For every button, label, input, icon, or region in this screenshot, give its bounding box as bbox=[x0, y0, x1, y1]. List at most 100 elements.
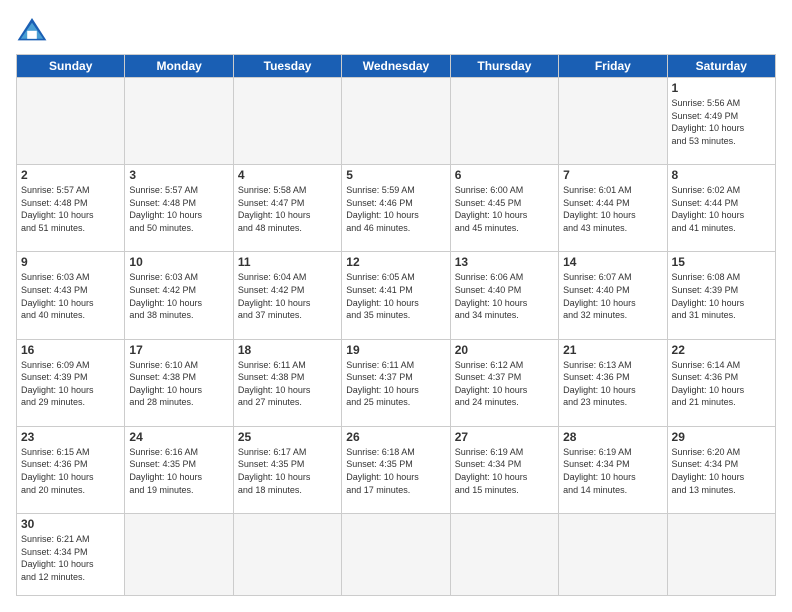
day-info: Sunrise: 6:14 AM Sunset: 4:36 PM Dayligh… bbox=[672, 359, 771, 409]
day-info: Sunrise: 6:07 AM Sunset: 4:40 PM Dayligh… bbox=[563, 271, 662, 321]
day-info: Sunrise: 5:59 AM Sunset: 4:46 PM Dayligh… bbox=[346, 184, 445, 234]
calendar-cell: 11 Sunrise: 6:04 AM Sunset: 4:42 PM Dayli… bbox=[233, 252, 341, 339]
calendar-cell: 4 Sunrise: 5:58 AM Sunset: 4:47 PM Daylig… bbox=[233, 165, 341, 252]
calendar-cell: 8 Sunrise: 6:02 AM Sunset: 4:44 PM Daylig… bbox=[667, 165, 775, 252]
day-number: 26 bbox=[346, 430, 445, 444]
day-number: 7 bbox=[563, 168, 662, 182]
day-info: Sunrise: 5:58 AM Sunset: 4:47 PM Dayligh… bbox=[238, 184, 337, 234]
day-number: 2 bbox=[21, 168, 120, 182]
calendar-cell: 20 Sunrise: 6:12 AM Sunset: 4:37 PM Dayli… bbox=[450, 339, 558, 426]
day-number: 25 bbox=[238, 430, 337, 444]
column-header-wednesday: Wednesday bbox=[342, 55, 450, 78]
calendar-cell bbox=[233, 513, 341, 595]
calendar-cell: 9 Sunrise: 6:03 AM Sunset: 4:43 PM Daylig… bbox=[17, 252, 125, 339]
calendar-cell bbox=[450, 513, 558, 595]
day-number: 9 bbox=[21, 255, 120, 269]
calendar-week-row: 30Sunrise: 6:21 AM Sunset: 4:34 PM Dayli… bbox=[17, 513, 776, 595]
day-number: 15 bbox=[672, 255, 771, 269]
day-info: Sunrise: 6:19 AM Sunset: 4:34 PM Dayligh… bbox=[455, 446, 554, 496]
logo bbox=[16, 16, 52, 44]
calendar-cell: 12 Sunrise: 6:05 AM Sunset: 4:41 PM Dayli… bbox=[342, 252, 450, 339]
day-info: Sunrise: 6:17 AM Sunset: 4:35 PM Dayligh… bbox=[238, 446, 337, 496]
day-info: Sunrise: 5:57 AM Sunset: 4:48 PM Dayligh… bbox=[21, 184, 120, 234]
day-number: 27 bbox=[455, 430, 554, 444]
day-number: 16 bbox=[21, 343, 120, 357]
day-number: 20 bbox=[455, 343, 554, 357]
calendar-cell bbox=[559, 513, 667, 595]
calendar-cell bbox=[342, 78, 450, 165]
day-number: 28 bbox=[563, 430, 662, 444]
day-info: Sunrise: 6:16 AM Sunset: 4:35 PM Dayligh… bbox=[129, 446, 228, 496]
calendar-cell bbox=[125, 78, 233, 165]
day-number: 3 bbox=[129, 168, 228, 182]
day-info: Sunrise: 6:08 AM Sunset: 4:39 PM Dayligh… bbox=[672, 271, 771, 321]
day-info: Sunrise: 6:01 AM Sunset: 4:44 PM Dayligh… bbox=[563, 184, 662, 234]
day-info: Sunrise: 6:09 AM Sunset: 4:39 PM Dayligh… bbox=[21, 359, 120, 409]
day-number: 13 bbox=[455, 255, 554, 269]
calendar-cell: 1Sunrise: 5:56 AM Sunset: 4:49 PM Daylig… bbox=[667, 78, 775, 165]
day-number: 11 bbox=[238, 255, 337, 269]
day-number: 29 bbox=[672, 430, 771, 444]
day-info: Sunrise: 6:04 AM Sunset: 4:42 PM Dayligh… bbox=[238, 271, 337, 321]
day-info: Sunrise: 6:12 AM Sunset: 4:37 PM Dayligh… bbox=[455, 359, 554, 409]
calendar-week-row: 2 Sunrise: 5:57 AM Sunset: 4:48 PM Daylig… bbox=[17, 165, 776, 252]
day-info: Sunrise: 6:15 AM Sunset: 4:36 PM Dayligh… bbox=[21, 446, 120, 496]
day-info: Sunrise: 6:06 AM Sunset: 4:40 PM Dayligh… bbox=[455, 271, 554, 321]
calendar-cell: 15 Sunrise: 6:08 AM Sunset: 4:39 PM Dayli… bbox=[667, 252, 775, 339]
calendar-cell: 25 Sunrise: 6:17 AM Sunset: 4:35 PM Dayli… bbox=[233, 426, 341, 513]
day-info: Sunrise: 6:03 AM Sunset: 4:43 PM Dayligh… bbox=[21, 271, 120, 321]
calendar-cell bbox=[559, 78, 667, 165]
calendar-cell bbox=[342, 513, 450, 595]
day-info: Sunrise: 6:18 AM Sunset: 4:35 PM Dayligh… bbox=[346, 446, 445, 496]
column-header-tuesday: Tuesday bbox=[233, 55, 341, 78]
calendar-cell: 17Sunrise: 6:10 AM Sunset: 4:38 PM Dayli… bbox=[125, 339, 233, 426]
column-header-sunday: Sunday bbox=[17, 55, 125, 78]
calendar-cell: 27 Sunrise: 6:19 AM Sunset: 4:34 PM Dayli… bbox=[450, 426, 558, 513]
day-number: 10 bbox=[129, 255, 228, 269]
calendar-week-row: 23 Sunrise: 6:15 AM Sunset: 4:36 PM Dayli… bbox=[17, 426, 776, 513]
day-number: 1 bbox=[672, 81, 771, 95]
day-info: Sunrise: 5:57 AM Sunset: 4:48 PM Dayligh… bbox=[129, 184, 228, 234]
calendar-cell: 18Sunrise: 6:11 AM Sunset: 4:38 PM Dayli… bbox=[233, 339, 341, 426]
calendar-cell: 23 Sunrise: 6:15 AM Sunset: 4:36 PM Dayli… bbox=[17, 426, 125, 513]
calendar-cell: 14 Sunrise: 6:07 AM Sunset: 4:40 PM Dayli… bbox=[559, 252, 667, 339]
day-number: 23 bbox=[21, 430, 120, 444]
calendar-cell: 28 Sunrise: 6:19 AM Sunset: 4:34 PM Dayli… bbox=[559, 426, 667, 513]
day-info: Sunrise: 6:05 AM Sunset: 4:41 PM Dayligh… bbox=[346, 271, 445, 321]
day-info: Sunrise: 6:11 AM Sunset: 4:37 PM Dayligh… bbox=[346, 359, 445, 409]
column-header-saturday: Saturday bbox=[667, 55, 775, 78]
calendar-cell: 19 Sunrise: 6:11 AM Sunset: 4:37 PM Dayli… bbox=[342, 339, 450, 426]
day-info: Sunrise: 6:21 AM Sunset: 4:34 PM Dayligh… bbox=[21, 533, 120, 583]
day-number: 12 bbox=[346, 255, 445, 269]
calendar-cell: 3 Sunrise: 5:57 AM Sunset: 4:48 PM Daylig… bbox=[125, 165, 233, 252]
calendar-cell bbox=[450, 78, 558, 165]
calendar-page: SundayMondayTuesdayWednesdayThursdayFrid… bbox=[0, 0, 792, 612]
calendar-cell: 5Sunrise: 5:59 AM Sunset: 4:46 PM Daylig… bbox=[342, 165, 450, 252]
calendar-table: SundayMondayTuesdayWednesdayThursdayFrid… bbox=[16, 54, 776, 596]
day-number: 19 bbox=[346, 343, 445, 357]
day-info: Sunrise: 6:20 AM Sunset: 4:34 PM Dayligh… bbox=[672, 446, 771, 496]
day-info: Sunrise: 6:11 AM Sunset: 4:38 PM Dayligh… bbox=[238, 359, 337, 409]
day-info: Sunrise: 6:02 AM Sunset: 4:44 PM Dayligh… bbox=[672, 184, 771, 234]
calendar-cell: 7 Sunrise: 6:01 AM Sunset: 4:44 PM Daylig… bbox=[559, 165, 667, 252]
calendar-cell bbox=[233, 78, 341, 165]
day-number: 14 bbox=[563, 255, 662, 269]
day-info: Sunrise: 6:10 AM Sunset: 4:38 PM Dayligh… bbox=[129, 359, 228, 409]
calendar-cell: 6Sunrise: 6:00 AM Sunset: 4:45 PM Daylig… bbox=[450, 165, 558, 252]
day-info: Sunrise: 6:19 AM Sunset: 4:34 PM Dayligh… bbox=[563, 446, 662, 496]
calendar-cell: 24Sunrise: 6:16 AM Sunset: 4:35 PM Dayli… bbox=[125, 426, 233, 513]
calendar-cell bbox=[17, 78, 125, 165]
day-number: 4 bbox=[238, 168, 337, 182]
day-number: 8 bbox=[672, 168, 771, 182]
calendar-week-row: 1Sunrise: 5:56 AM Sunset: 4:49 PM Daylig… bbox=[17, 78, 776, 165]
day-number: 22 bbox=[672, 343, 771, 357]
calendar-cell: 22 Sunrise: 6:14 AM Sunset: 4:36 PM Dayli… bbox=[667, 339, 775, 426]
calendar-cell: 2 Sunrise: 5:57 AM Sunset: 4:48 PM Daylig… bbox=[17, 165, 125, 252]
day-number: 21 bbox=[563, 343, 662, 357]
calendar-cell: 30Sunrise: 6:21 AM Sunset: 4:34 PM Dayli… bbox=[17, 513, 125, 595]
calendar-cell: 26 Sunrise: 6:18 AM Sunset: 4:35 PM Dayli… bbox=[342, 426, 450, 513]
day-info: Sunrise: 6:00 AM Sunset: 4:45 PM Dayligh… bbox=[455, 184, 554, 234]
calendar-cell bbox=[125, 513, 233, 595]
page-header bbox=[16, 16, 776, 44]
column-header-thursday: Thursday bbox=[450, 55, 558, 78]
